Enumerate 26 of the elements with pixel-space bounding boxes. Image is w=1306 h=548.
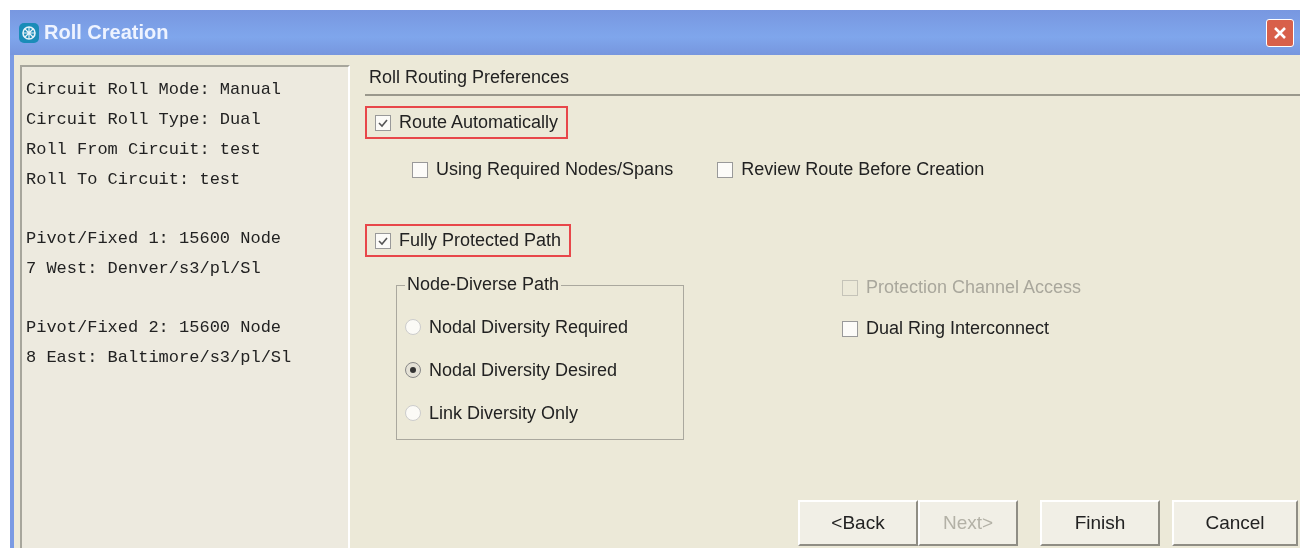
- protection-option-checkbox[interactable]: Dual Ring Interconnect: [832, 312, 1092, 345]
- radio-option[interactable]: Link Diversity Only: [405, 400, 683, 426]
- radio-option[interactable]: Nodal Diversity Desired: [405, 357, 683, 383]
- close-button[interactable]: [1266, 18, 1294, 47]
- window-title: Roll Creation: [44, 21, 170, 44]
- summary-line: Pivot/Fixed 1: 15600 Node: [26, 228, 283, 250]
- summary-line: Pivot/Fixed 2: 15600 Node: [26, 317, 283, 339]
- section-title: Roll Routing Preferences: [365, 65, 1300, 96]
- dialog-button[interactable]: Cancel: [1172, 500, 1298, 546]
- route-option-checkbox[interactable]: Review Route Before Creation: [707, 153, 995, 186]
- fully-protected-path-checkbox[interactable]: Fully Protected Path: [365, 224, 572, 257]
- radio-circle[interactable]: [405, 319, 421, 335]
- radio-circle[interactable]: [405, 362, 421, 378]
- radio-circle[interactable]: [405, 405, 421, 421]
- route-automatically-checkbox[interactable]: Route Automatically: [365, 106, 569, 139]
- summary-line: Roll To Circuit: test: [26, 169, 242, 191]
- route-option-checkbox[interactable]: Using Required Nodes/Spans: [402, 153, 684, 186]
- dialog-button[interactable]: Finish: [1040, 500, 1160, 546]
- radio-option[interactable]: Nodal Diversity Required: [405, 314, 683, 340]
- summary-line: Circuit Roll Mode: Manual: [26, 79, 283, 101]
- dialog-button[interactable]: <Back: [798, 500, 918, 546]
- summary-line: 7 West: Denver/s3/pl/Sl: [26, 258, 262, 280]
- summary-line: Roll From Circuit: test: [26, 139, 262, 161]
- close-icon: [1272, 24, 1288, 41]
- summary-line: 8 East: Baltimore/s3/pl/Sl: [26, 347, 293, 369]
- summary-line: Circuit Roll Type: Dual: [26, 109, 262, 131]
